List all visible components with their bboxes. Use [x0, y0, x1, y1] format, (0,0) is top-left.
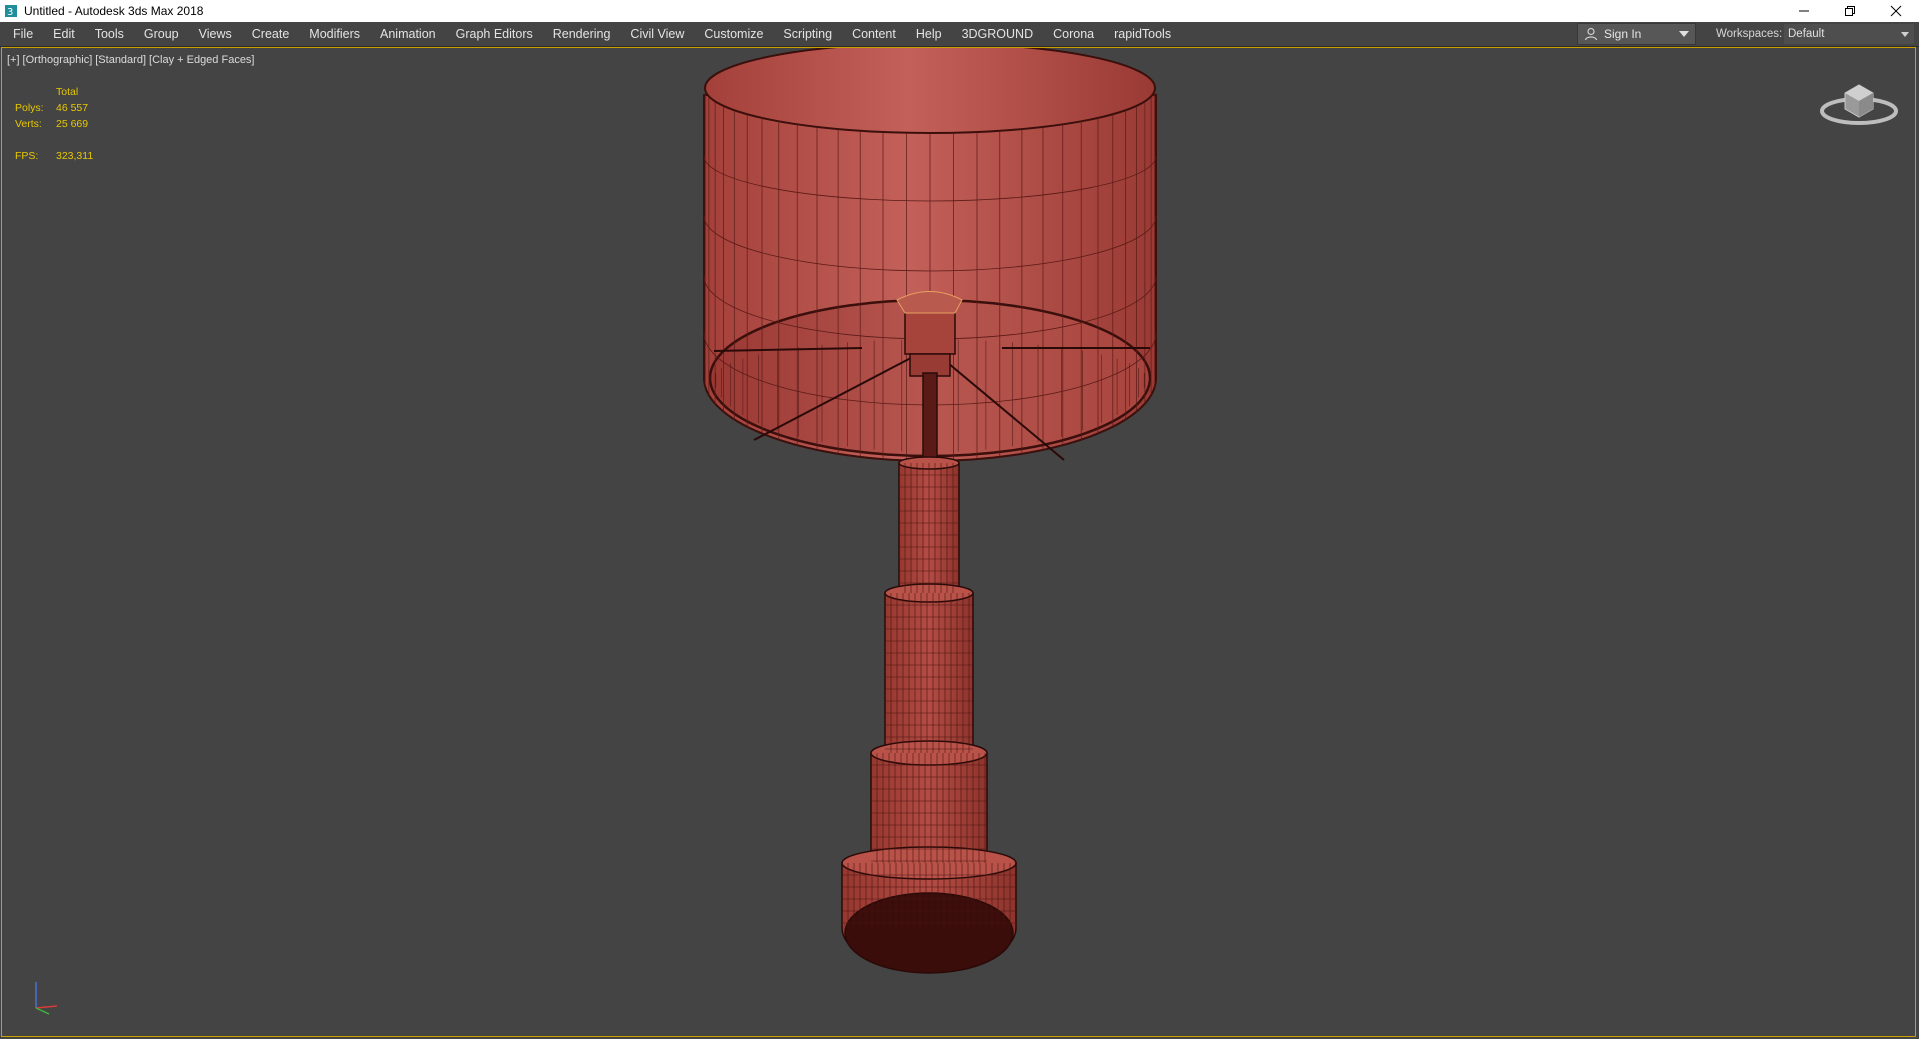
viewport-plus-menu[interactable]: [+] — [7, 54, 20, 66]
verts-value: 25 669 — [56, 118, 89, 130]
restore-icon — [1845, 6, 1855, 16]
menu-help[interactable]: Help — [906, 22, 952, 46]
menu-tools[interactable]: Tools — [85, 22, 134, 46]
svg-text:3: 3 — [7, 7, 13, 18]
restore-button[interactable] — [1827, 0, 1873, 22]
menu-rendering[interactable]: Rendering — [543, 22, 621, 46]
viewcube-icon[interactable] — [1819, 73, 1899, 129]
menu-edit[interactable]: Edit — [43, 22, 85, 46]
perspective-viewport[interactable]: [+] [Orthographic] [Standard] [Clay + Edged… — [1, 47, 1916, 1037]
lamp-model[interactable] — [2, 48, 1916, 1037]
menu-animation[interactable]: Animation — [370, 22, 446, 46]
menu-create[interactable]: Create — [242, 22, 300, 46]
axis-tripod-icon — [35, 982, 58, 1015]
viewport-display-mode-menu[interactable]: [Clay + Edged Faces] — [149, 54, 254, 66]
menu-modifiers[interactable]: Modifiers — [299, 22, 370, 46]
sign-in-label: Sign In — [1604, 27, 1642, 41]
sign-in-button[interactable]: Sign In — [1577, 23, 1696, 45]
menu-rapidtools[interactable]: rapidTools — [1104, 22, 1181, 46]
workspaces-value: Default — [1788, 28, 1825, 40]
stats-header: Total — [56, 86, 79, 98]
polys-value: 46 557 — [56, 102, 89, 114]
polys-label: Polys: — [15, 102, 44, 114]
workspaces-label: Workspaces: — [1716, 28, 1783, 40]
menu-views[interactable]: Views — [189, 22, 242, 46]
viewport-shading-menu[interactable]: [Standard] — [95, 54, 146, 66]
menu-file[interactable]: File — [0, 22, 43, 46]
statistics-overlay: Total Polys: 46 557 Verts: 25 669 FPS: 323,… — [15, 86, 93, 166]
3dsmax-app-icon[interactable]: 3 — [4, 4, 18, 18]
chevron-down-icon — [1679, 31, 1689, 37]
window-title: Untitled - Autodesk 3ds Max 2018 — [24, 4, 204, 18]
viewport-view-menu[interactable]: [Orthographic] — [23, 54, 93, 66]
menu-content[interactable]: Content — [842, 22, 906, 46]
minimize-icon — [1799, 10, 1809, 12]
close-button[interactable] — [1873, 0, 1919, 22]
workspaces-dropdown[interactable]: Default — [1784, 24, 1914, 44]
viewport-label-menu[interactable]: [+] [Orthographic] [Standard] [Clay + Edged… — [7, 54, 258, 66]
menu-corona[interactable]: Corona — [1043, 22, 1104, 46]
verts-label: Verts: — [15, 118, 42, 130]
menu-customize[interactable]: Customize — [694, 22, 773, 46]
window-controls — [1781, 0, 1919, 22]
close-icon — [1890, 5, 1902, 17]
user-icon — [1584, 27, 1598, 41]
menu-scripting[interactable]: Scripting — [773, 22, 842, 46]
menu-3dground[interactable]: 3DGROUND — [952, 22, 1044, 46]
title-bar: 3 Untitled - Autodesk 3ds Max 2018 — [0, 0, 1919, 22]
chevron-down-icon — [1901, 32, 1909, 37]
fps-label: FPS: — [15, 150, 39, 162]
menu-group[interactable]: Group — [134, 22, 189, 46]
menu-graph-editors[interactable]: Graph Editors — [446, 22, 543, 46]
minimize-button[interactable] — [1781, 0, 1827, 22]
fps-value: 323,311 — [56, 150, 94, 162]
menu-civil-view[interactable]: Civil View — [620, 22, 694, 46]
